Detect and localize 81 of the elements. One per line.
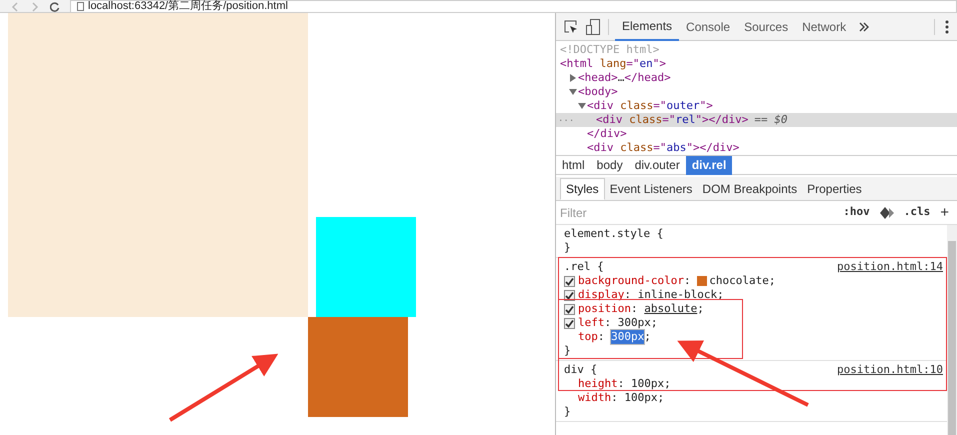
css-property: left [578,316,604,330]
css-semicolon: ; [650,316,658,330]
scrollbar[interactable] [947,225,957,435]
source-link[interactable]: position.html:14 [837,260,943,274]
css-value[interactable]: inline-block [638,288,718,302]
inspect-icon[interactable] [564,20,578,34]
css-value[interactable]: 100px [624,391,658,405]
css-semicolon: ; [664,377,671,391]
dom-tree-row[interactable]: <html lang="en"> [556,57,957,71]
css-value[interactable]: 300px [618,316,651,330]
dom-node-text: <body> [578,84,618,100]
dom-tree-row[interactable]: <div class="outer"> [556,99,957,113]
styles-tab[interactable]: Properties [802,178,867,200]
color-swatch[interactable] [697,276,708,286]
css-colon: : [630,302,639,316]
more-tabs-icon[interactable] [859,22,870,32]
css-property: display [578,288,624,302]
css-brace: } [564,405,571,418]
row-marker: ... [558,113,574,126]
css-colon: : [624,288,632,302]
property-checkbox[interactable] [564,276,575,286]
css-colon: : [611,391,619,405]
css-colon: : [604,316,612,330]
css-semicolon: ; [658,391,664,405]
css-colon: : [598,330,606,344]
styles-tab[interactable]: Styles [560,178,605,200]
devtools-tab[interactable]: Elements [615,12,680,40]
add-rule-button[interactable]: + [936,205,953,220]
css-property: width [578,391,612,405]
devtools-tab[interactable]: Console [679,12,738,40]
dom-tree-row[interactable]: ... <div class="rel"></div> == $0 [556,113,957,127]
dom-node-text: <head>…</head> [578,70,671,86]
dom-node-text: </div> [587,126,627,142]
css-value[interactable]: chocolate [709,274,769,288]
devtools-tab[interactable]: Sources [737,12,796,40]
dom-node-text: <html lang="en"> [560,56,666,72]
css-semicolon: ; [644,330,651,344]
css-brace: } [564,344,571,357]
source-link[interactable]: position.html:10 [837,363,943,377]
reload-icon[interactable] [50,2,60,12]
dom-node-text: <div class="abs"></div> [587,140,740,155]
breadcrumb[interactable]: div.rel [686,156,732,174]
class-toggle-button[interactable]: .cls [898,204,936,221]
diamond-icon[interactable] [880,206,894,218]
breadcrumb[interactable]: div.outer [628,156,686,174]
node-reference: == $0 [754,112,788,128]
css-property: top [578,330,598,344]
css-selector: div { [564,363,598,377]
dom-tree-row[interactable]: <head>…</head> [556,71,957,85]
css-property: background-color [578,274,684,288]
filter-field[interactable]: Filter [560,204,838,222]
device-icon[interactable] [586,18,600,34]
page-icon [77,2,84,11]
css-value[interactable]: absolute [644,302,698,316]
property-checkbox[interactable] [564,304,575,314]
menu-icon[interactable] [945,20,949,34]
breadcrumb[interactable]: html [556,156,591,174]
css-colon: : [684,274,692,288]
dom-node-text: <div class="outer"> [587,98,713,114]
css-property: height [578,377,618,391]
devtools-tab[interactable]: Network [795,12,854,40]
property-checkbox[interactable] [564,318,575,328]
breadcrumb[interactable]: body [590,156,629,174]
dom-node-text: <!DOCTYPE html> [560,42,660,58]
css-selector: .rel { [564,260,604,274]
hover-state-button[interactable]: :hov [837,204,876,221]
property-checkbox[interactable] [564,290,575,300]
dom-tree-row[interactable]: <body> [556,85,957,99]
css-property: position [578,302,631,316]
css-semicolon: ; [697,302,704,316]
css-value[interactable]: 100px [631,377,664,391]
dom-node-text: <div class="rel"></div> [596,112,748,128]
css-brace: } [564,241,571,254]
styles-tab[interactable]: Event Listeners [604,178,698,200]
css-colon: : [618,377,626,391]
url-field[interactable]: localhost:63342/第二周任务/position.html [70,0,957,12]
css-semicolon: ; [768,274,776,288]
dom-tree-row[interactable]: <div class="abs"></div> [556,141,957,155]
css-selector: element.style { [564,227,664,241]
css-value[interactable]: 300px [611,330,644,344]
styles-tab[interactable]: DOM Breakpoints [697,178,802,200]
